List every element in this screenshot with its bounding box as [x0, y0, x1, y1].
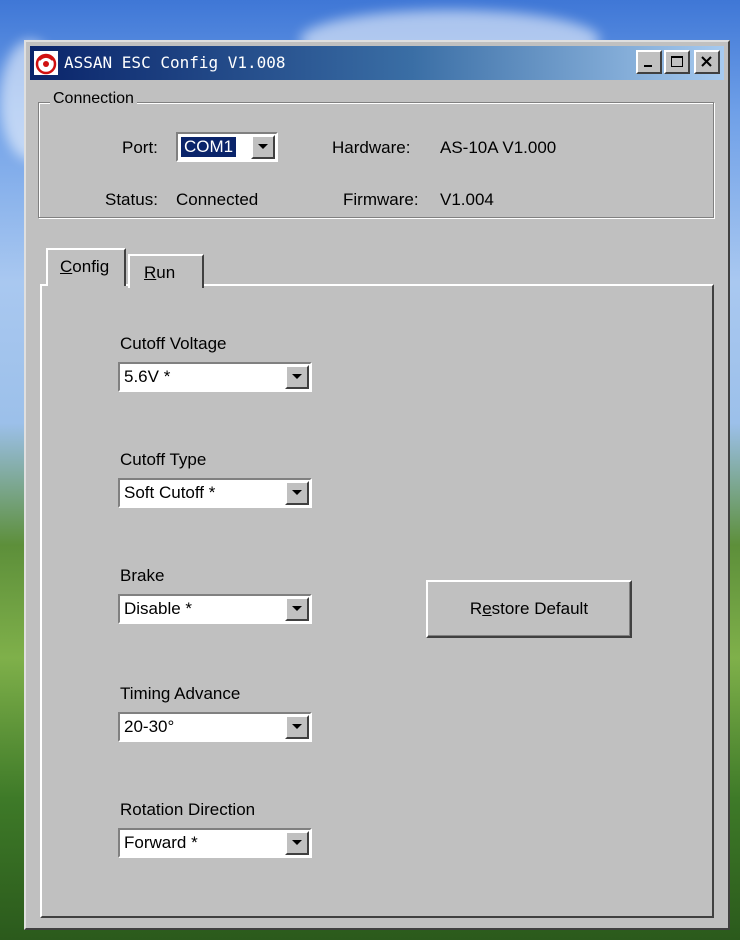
close-button[interactable] — [694, 50, 720, 74]
chevron-down-icon — [292, 490, 302, 495]
cutoff-type-select[interactable]: Soft Cutoff * — [118, 478, 312, 508]
chevron-down-icon — [292, 840, 302, 845]
timing-advance-select[interactable]: 20-30° — [118, 712, 312, 742]
tab-run-label: Run — [144, 263, 176, 282]
cutoff-type-value: Soft Cutoff * — [124, 483, 216, 502]
rotation-direction-dropdown-button[interactable] — [285, 831, 309, 855]
tab-config-label: Config — [60, 257, 110, 276]
maximize-button[interactable] — [664, 50, 690, 74]
rotation-direction-select[interactable]: Forward * — [118, 828, 312, 858]
status-label: Status: — [105, 190, 158, 209]
restore-default-button[interactable]: Restore Default — [426, 580, 632, 638]
cutoff-voltage-value: 5.6V * — [124, 367, 171, 386]
cutoff-voltage-dropdown-button[interactable] — [285, 365, 309, 389]
port-label: Port: — [122, 138, 158, 157]
timing-advance-dropdown-button[interactable] — [285, 715, 309, 739]
chevron-down-icon — [292, 724, 302, 729]
minimize-button[interactable] — [636, 50, 662, 74]
hardware-value: AS-10A V1.000 — [440, 138, 557, 157]
chevron-down-icon — [258, 144, 268, 149]
cutoff-type-label: Cutoff Type — [120, 450, 207, 469]
rotation-direction-value: Forward * — [124, 833, 198, 852]
port-select-value: COM1 — [179, 136, 238, 158]
firmware-value: V1.004 — [440, 190, 494, 209]
maximize-icon — [671, 56, 683, 67]
tab-run[interactable]: Run — [128, 254, 204, 288]
status-value: Connected — [176, 190, 259, 209]
title-bar[interactable]: ASSAN ESC Config V1.008 — [30, 46, 724, 80]
cutoff-voltage-label: Cutoff Voltage — [120, 334, 227, 353]
port-select[interactable]: COM1 — [176, 132, 278, 162]
brake-select[interactable]: Disable * — [118, 594, 312, 624]
app-logo-icon — [34, 51, 58, 75]
connection-group-label: Connection — [50, 90, 137, 108]
port-dropdown-button[interactable] — [251, 135, 275, 159]
window-title: ASSAN ESC Config V1.008 — [64, 53, 286, 72]
chevron-down-icon — [292, 374, 302, 379]
brake-label: Brake — [120, 566, 165, 585]
cutoff-type-dropdown-button[interactable] — [285, 481, 309, 505]
timing-advance-label: Timing Advance — [120, 684, 241, 703]
hardware-label: Hardware: — [332, 138, 411, 157]
brake-value: Disable * — [124, 599, 193, 618]
timing-advance-value: 20-30° — [124, 717, 175, 736]
brake-dropdown-button[interactable] — [285, 597, 309, 621]
chevron-down-icon — [292, 606, 302, 611]
cutoff-voltage-select[interactable]: 5.6V * — [118, 362, 312, 392]
app-window: ASSAN ESC Config V1.008 Connection Port:… — [24, 40, 730, 930]
restore-default-label: Restore Default — [469, 599, 589, 618]
minimize-icon — [644, 65, 652, 67]
close-icon — [701, 56, 712, 67]
tab-config[interactable]: Config — [46, 248, 126, 286]
firmware-label: Firmware: — [343, 190, 419, 209]
rotation-direction-label: Rotation Direction — [120, 800, 256, 819]
